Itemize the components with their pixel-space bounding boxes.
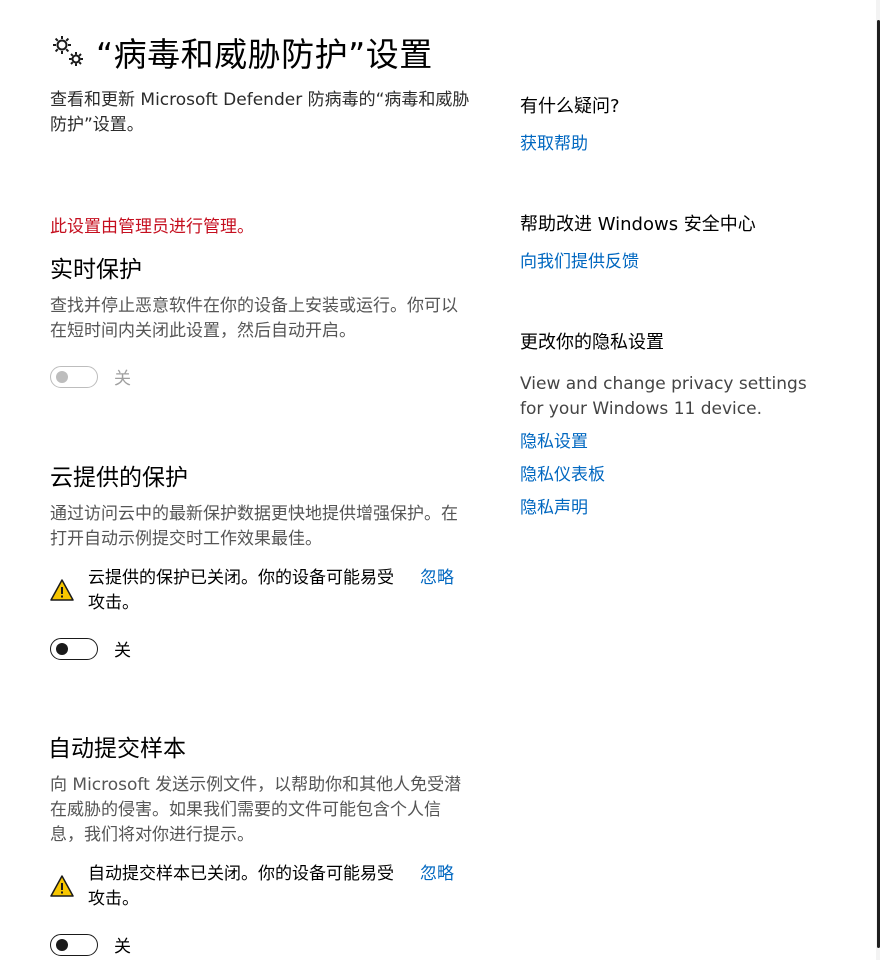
intro-block: 查看和更新 Microsoft Defender 防病毒的“病毒和威胁防护”设置…	[50, 88, 470, 138]
sample-submission-section: 自动提交样本 向 Microsoft 发送示例文件，以帮助你和其他人免受潜在威胁…	[48, 729, 468, 957]
admin-managed-note: 此设置由管理员进行管理。	[50, 217, 254, 237]
page-title: “病毒和威胁防护”设置	[96, 35, 433, 74]
gears-icon	[53, 36, 83, 66]
cloud-warning-text: 云提供的保护已关闭。你的设备可能易受攻击。	[88, 568, 394, 613]
settings-page: “病毒和威胁防护”设置 查看和更新 Microsoft Defender 防病毒…	[0, 0, 880, 960]
cloud-protection-section: 云提供的保护 通过访问云中的最新保护数据更快地提供增强保护。在打开自动示例提交时…	[50, 458, 470, 661]
sample-ignore-link[interactable]: 忽略	[420, 862, 454, 887]
intro-text: 查看和更新 Microsoft Defender 防病毒的“病毒和威胁防护”设置…	[50, 90, 470, 135]
realtime-protection-section: 实时保护 查找并停止恶意软件在你的设备上安装或运行。你可以在短时间内关闭此设置，…	[50, 250, 470, 389]
privacy-text: View and change privacy settings for you…	[520, 374, 807, 419]
sample-toggle[interactable]	[50, 933, 98, 956]
help-block: 有什么疑问? 获取帮助	[520, 92, 820, 161]
cloud-toggle-row: 关	[50, 636, 470, 661]
realtime-toggle-label: 关	[114, 369, 131, 389]
privacy-dashboard-link[interactable]: 隐私仪表板	[520, 459, 820, 492]
feedback-block: 帮助改进 Windows 安全中心 向我们提供反馈	[520, 210, 820, 279]
page-header: “病毒和威胁防护”设置	[48, 28, 433, 76]
sample-toggle-row: 关	[50, 932, 468, 957]
cloud-warning: 云提供的保护已关闭。你的设备可能易受攻击。 忽略	[50, 566, 470, 616]
realtime-title: 实时保护	[50, 257, 142, 283]
privacy-block: 更改你的隐私设置 View and change privacy setting…	[520, 328, 820, 525]
privacy-statement-link[interactable]: 隐私声明	[520, 492, 820, 525]
realtime-toggle-row: 关	[50, 364, 470, 389]
sample-warning: 自动提交样本已关闭。你的设备可能易受攻击。 忽略	[50, 862, 468, 912]
cloud-toggle[interactable]	[50, 637, 98, 660]
get-help-link[interactable]: 获取帮助	[520, 128, 820, 161]
privacy-settings-link[interactable]: 隐私设置	[520, 426, 820, 459]
privacy-heading: 更改你的隐私设置	[520, 332, 664, 353]
warning-icon	[50, 875, 74, 897]
realtime-toggle	[50, 365, 98, 388]
feedback-link[interactable]: 向我们提供反馈	[520, 246, 820, 279]
cloud-ignore-link[interactable]: 忽略	[420, 566, 454, 591]
cloud-description: 通过访问云中的最新保护数据更快地提供增强保护。在打开自动示例提交时工作效果最佳。	[50, 504, 458, 549]
cloud-title: 云提供的保护	[50, 465, 188, 491]
warning-icon	[50, 579, 74, 601]
sample-warning-text: 自动提交样本已关闭。你的设备可能易受攻击。	[88, 864, 394, 909]
cloud-toggle-label: 关	[114, 641, 131, 661]
feedback-heading: 帮助改进 Windows 安全中心	[520, 214, 756, 235]
help-heading: 有什么疑问?	[520, 96, 620, 117]
sample-toggle-label: 关	[114, 937, 131, 957]
sample-description: 向 Microsoft 发送示例文件，以帮助你和其他人免受潜在威胁的侵害。如果我…	[50, 775, 462, 845]
sample-title: 自动提交样本	[48, 736, 186, 762]
realtime-description: 查找并停止恶意软件在你的设备上安装或运行。你可以在短时间内关闭此设置，然后自动开…	[50, 296, 458, 341]
